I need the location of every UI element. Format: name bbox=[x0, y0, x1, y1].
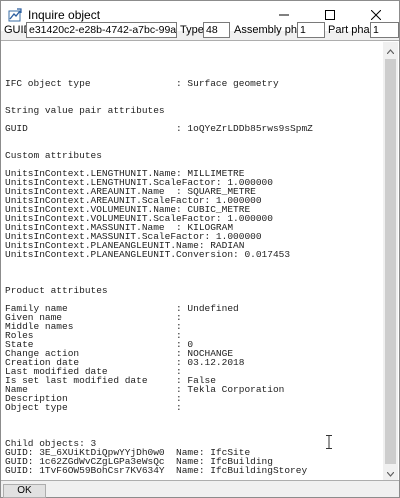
scrollbar-thumb[interactable] bbox=[385, 59, 396, 464]
object-info-row: GUID: e31420c2-e28b-4742-a7bc-99a9e1acd9… bbox=[1, 22, 399, 38]
scroll-up-button[interactable] bbox=[383, 42, 398, 57]
close-icon bbox=[370, 9, 382, 23]
window-title: Inquire object bbox=[28, 8, 101, 22]
maximize-icon bbox=[325, 9, 335, 23]
text-line bbox=[5, 421, 382, 430]
text-line: UnitsInContext.PLANEANGLEUNIT.Conversion… bbox=[5, 249, 291, 260]
text-line: IFC object type : Surface geometry bbox=[5, 78, 279, 89]
assembly-phase-field[interactable]: 1 bbox=[297, 22, 325, 38]
inquire-object-window: Inquire object GUID: e31420c2-e28b-4742-… bbox=[0, 0, 400, 498]
vertical-scrollbar[interactable] bbox=[383, 42, 398, 480]
scroll-down-button[interactable] bbox=[383, 465, 398, 480]
text-line bbox=[5, 88, 382, 97]
text-line bbox=[5, 61, 382, 70]
text-line bbox=[5, 259, 382, 268]
text-line: String value pair attributes bbox=[5, 105, 165, 116]
text-line: GUID : 1oQYeZrLDDb85rws9sSpmZ bbox=[5, 123, 313, 134]
scroll-up-arrow-icon bbox=[386, 43, 395, 57]
guid-field[interactable]: e31420c2-e28b-4742-a7bc-99a9e1acd9b bbox=[26, 22, 177, 38]
inquire-app-icon bbox=[8, 8, 22, 22]
part-phase-field[interactable]: 1 bbox=[370, 22, 399, 38]
minimize-icon bbox=[279, 9, 289, 23]
text-line: Product attributes bbox=[5, 285, 108, 296]
text-line bbox=[5, 52, 382, 61]
text-line bbox=[5, 43, 382, 52]
text-line: GUID: 1TvF6OW59BohCsr7KV634Y Name: IfcBu… bbox=[5, 465, 308, 476]
text-line bbox=[5, 133, 382, 142]
ok-button[interactable]: OK bbox=[3, 484, 46, 498]
text-line bbox=[5, 412, 382, 421]
text-line: Custom attributes bbox=[5, 150, 102, 161]
attributes-text-area[interactable]: IFC object type : Surface geometry String… bbox=[1, 40, 399, 481]
attributes-text-content[interactable]: IFC object type : Surface geometry String… bbox=[5, 43, 382, 479]
scroll-down-arrow-icon bbox=[386, 466, 395, 480]
type-field[interactable]: 48 bbox=[203, 22, 230, 38]
text-cursor-icon bbox=[325, 435, 333, 449]
text-line bbox=[5, 268, 382, 277]
text-line: Object type : bbox=[5, 402, 182, 413]
